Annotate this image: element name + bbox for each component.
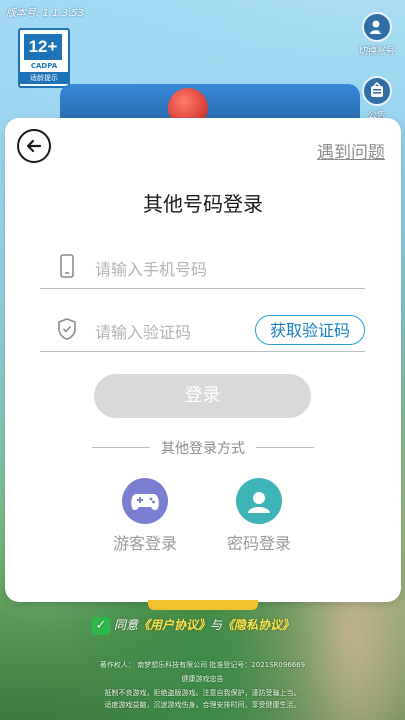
age-rating-badge: 12+ CADPA 适龄提示 <box>18 28 70 88</box>
phone-icon <box>60 254 74 278</box>
health-advice-line2: 适度游戏益脑，沉迷游戏伤身。合理安排时间，享受健康生活。 <box>104 701 301 709</box>
age-rating-org: CADPA <box>30 62 58 70</box>
code-input[interactable]: 请输入验证码 <box>95 319 191 343</box>
divider-line-right <box>256 447 314 448</box>
checkbox-checked-icon[interactable]: ✓ <box>92 616 110 635</box>
login-button[interactable]: 登录 <box>94 374 311 418</box>
health-advice-line1: 抵制不良游戏，拒绝盗版游戏。注意自我保护，谨防受骗上当。 <box>104 689 301 697</box>
user-agreement-link[interactable]: 《用户协议》 <box>138 618 210 632</box>
code-field[interactable]: 请输入验证码 获取验证码 <box>40 305 365 352</box>
guest-login-label: 游客登录 <box>112 534 177 553</box>
switch-account-icon <box>362 12 392 42</box>
announcement-button[interactable]: 公告 <box>355 76 399 121</box>
gamepad-icon <box>122 478 168 524</box>
shield-icon <box>58 318 76 340</box>
age-rating-tip: 适龄提示 <box>20 72 68 84</box>
other-methods-label: 其他登录方式 <box>161 441 245 457</box>
phone-input[interactable]: 请输入手机号码 <box>95 256 207 280</box>
copyright-line: 著作权人： 南梦想乐科技有限公司 批准登记号：2021SR096669 <box>99 661 306 669</box>
agreement-row: ✓ 同意《用户协议》与《隐私协议》 <box>92 616 294 635</box>
agreement-prefix: 同意 <box>114 618 139 632</box>
switch-account-label: 切换账号 <box>358 47 395 57</box>
other-methods-divider: 其他登录方式 <box>92 438 314 458</box>
get-code-button[interactable]: 获取验证码 <box>255 315 365 345</box>
back-button[interactable] <box>17 129 51 163</box>
user-icon <box>236 478 282 524</box>
privacy-agreement-link[interactable]: 《隐私协议》 <box>222 618 294 632</box>
agreement-connector: 与 <box>210 618 223 632</box>
password-login-label: 密码登录 <box>226 534 291 553</box>
age-rating-number: 12+ <box>24 34 62 60</box>
login-card: 遇到问题 其他号码登录 请输入手机号码 请输入验证码 获取验证码 登录 其他登录… <box>5 118 401 602</box>
help-link[interactable]: 遇到问题 <box>317 138 385 163</box>
phone-field[interactable]: 请输入手机号码 <box>40 242 365 289</box>
health-advice-title: 健康游戏忠告 <box>181 675 224 683</box>
guest-login-button[interactable]: 游客登录 <box>100 478 190 554</box>
password-login-button[interactable]: 密码登录 <box>214 478 304 554</box>
switch-account-button[interactable]: 切换账号 <box>355 12 399 57</box>
arrow-left-icon <box>26 139 42 153</box>
announcement-icon <box>362 76 392 106</box>
start-button-peek <box>148 600 258 610</box>
version-label: 版本号: 1.1.3.53 <box>6 8 84 19</box>
page-title: 其他号码登录 <box>143 192 263 216</box>
